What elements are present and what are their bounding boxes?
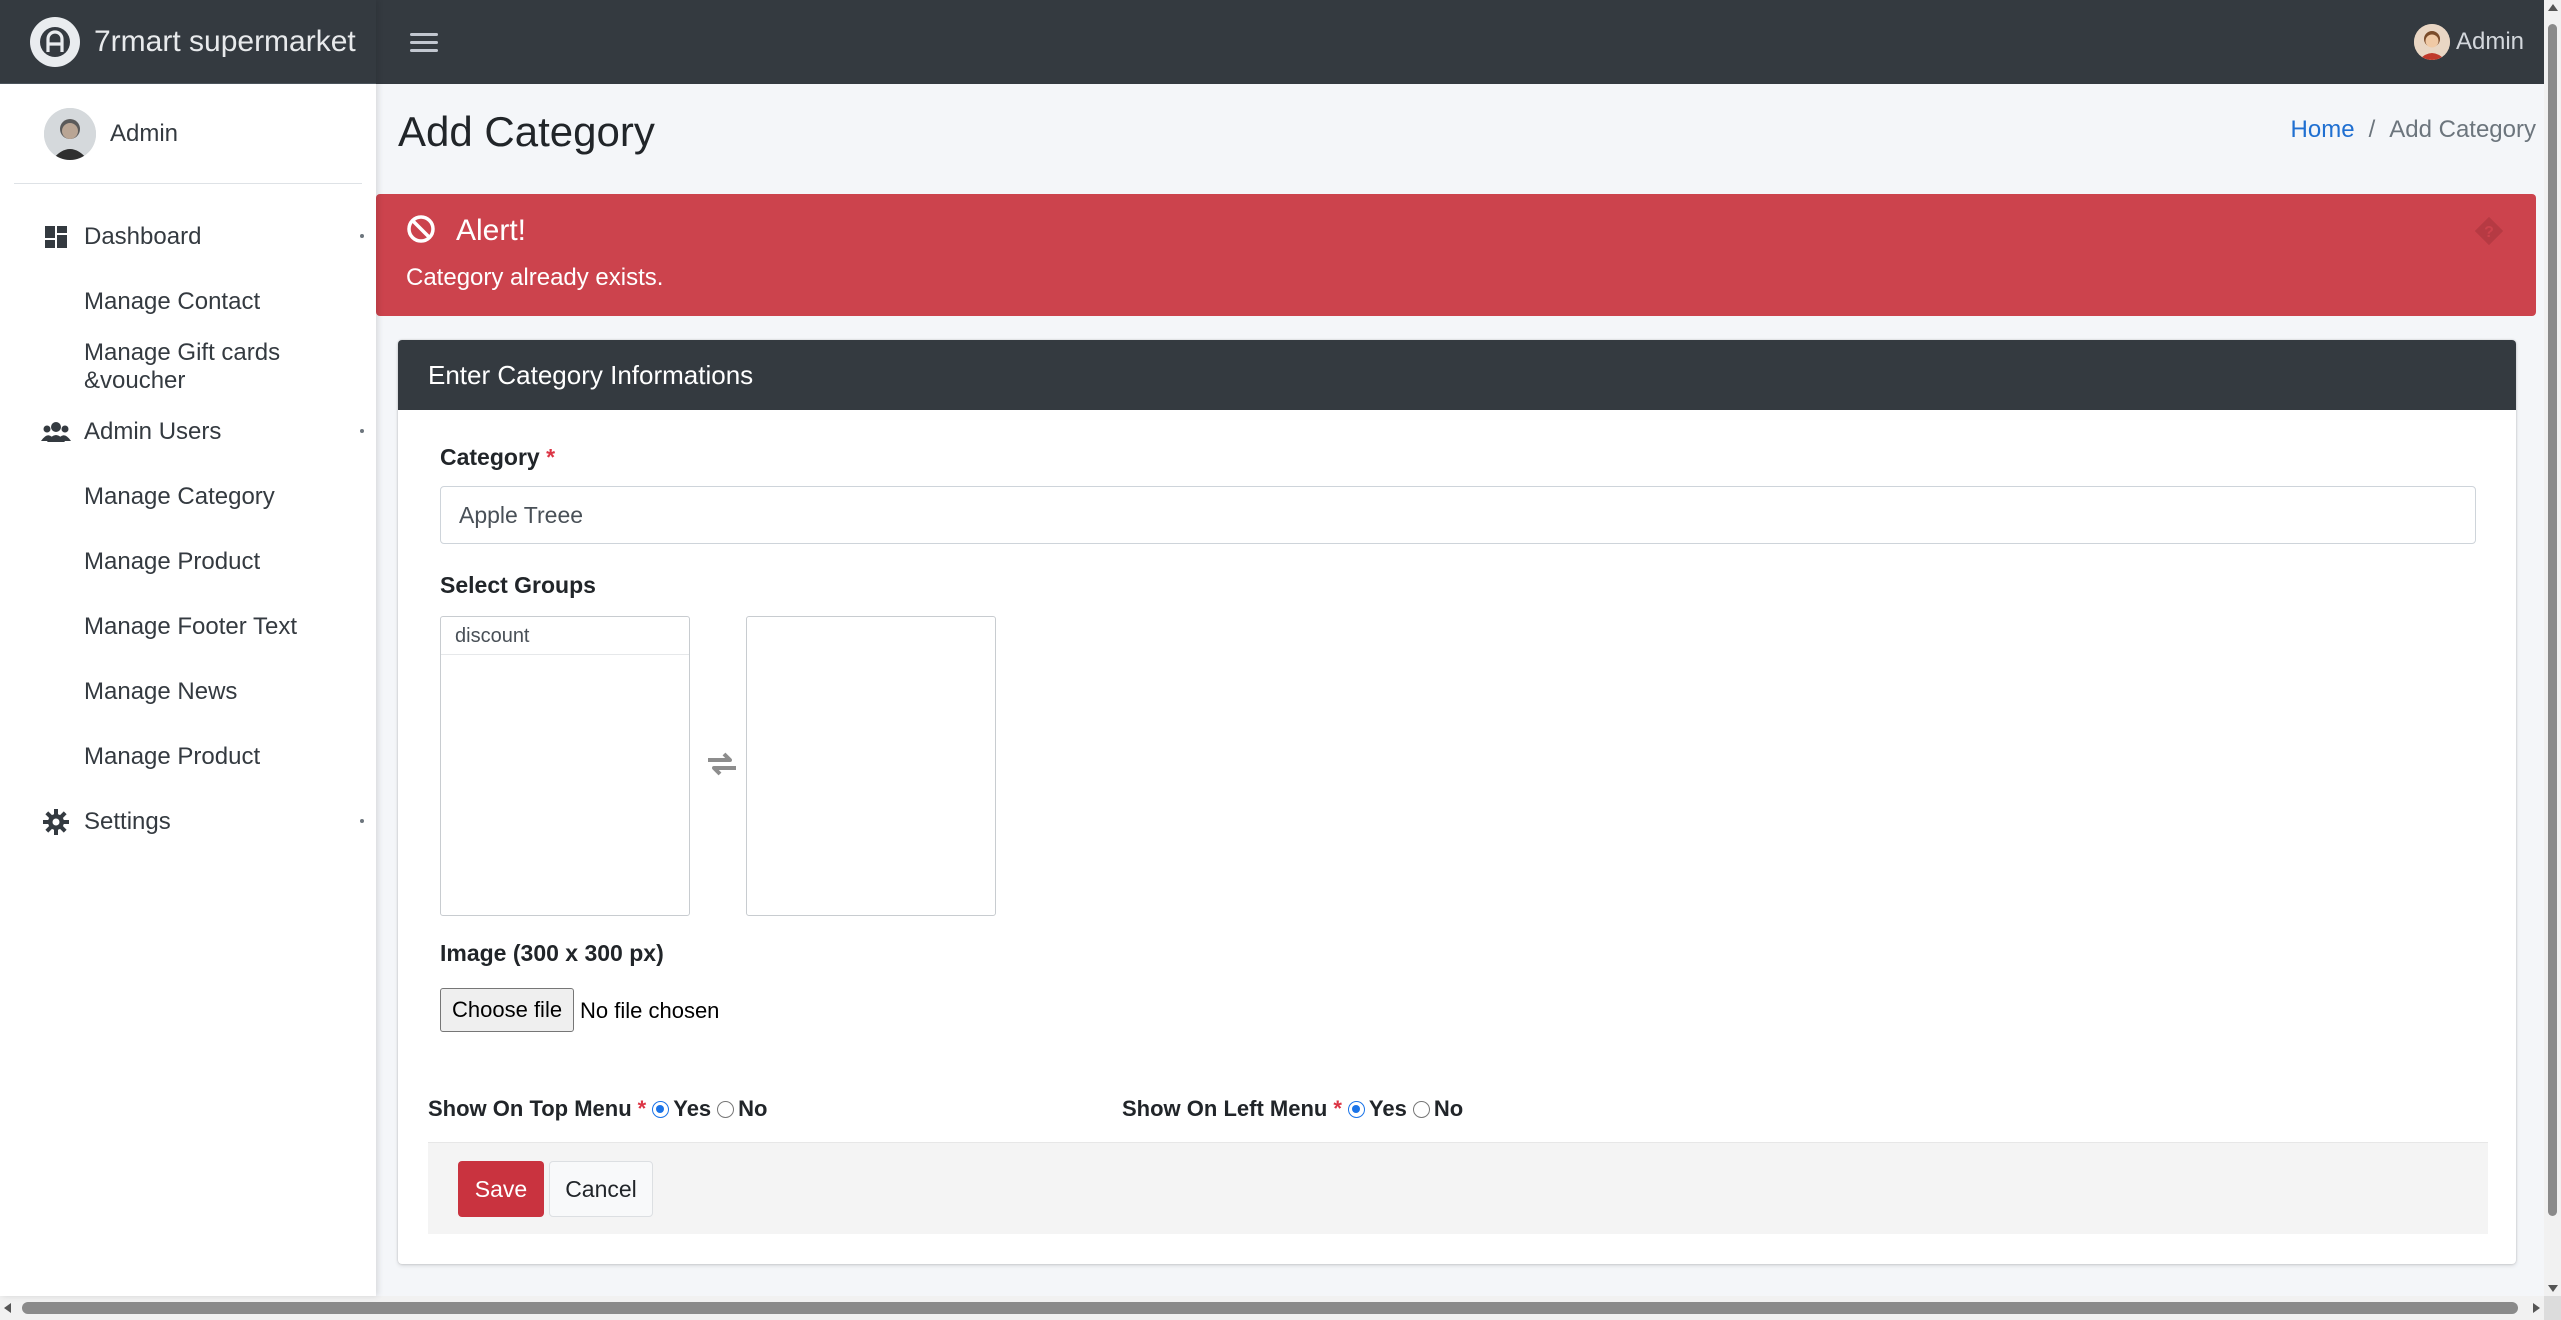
avatar	[44, 107, 96, 160]
top-menu-no-label: No	[738, 1096, 768, 1121]
left-menu-yes-radio[interactable]	[1347, 1100, 1365, 1118]
left-menu-no-label: No	[1433, 1096, 1464, 1121]
file-status: No file chosen	[580, 998, 720, 1023]
expand-caret-icon	[360, 429, 364, 433]
ban-icon	[406, 214, 436, 244]
top-user-name: Admin	[2455, 28, 2524, 55]
content-wrapper: Add Category Home / Add Category Alert! …	[376, 84, 2544, 1296]
sidebar-item-manage-category[interactable]: Manage Category	[0, 464, 376, 529]
sidebar-item-settings[interactable]: Settings	[0, 789, 376, 854]
sidebar-item-manage-news[interactable]: Manage News	[0, 659, 376, 724]
scroll-left-arrow-icon[interactable]	[4, 1303, 11, 1313]
sidebar-item-label: Manage Gift cards &voucher	[84, 338, 281, 394]
scroll-right-arrow-icon[interactable]	[2533, 1303, 2540, 1313]
sidebar-item-label: Admin Users	[84, 417, 222, 445]
groups-selected-list[interactable]	[746, 616, 996, 916]
scroll-up-arrow-icon[interactable]	[2548, 4, 2558, 11]
top-menu-yes-label: Yes	[673, 1096, 712, 1121]
horizontal-scrollbar[interactable]	[0, 1296, 2544, 1320]
category-form-card: Enter Category Informations Category * S…	[398, 340, 2516, 1264]
close-icon[interactable]: ?	[2474, 216, 2504, 246]
sidebar-item-label: Dashboard	[84, 222, 202, 250]
page-title: Add Category	[398, 108, 655, 155]
required-mark: *	[1333, 1096, 1342, 1121]
left-menu-yes-label: Yes	[1368, 1096, 1407, 1121]
sidebar-item-label: Manage Product	[84, 742, 261, 770]
top-user-menu[interactable]: Admin	[2413, 24, 2524, 60]
dashboard-icon	[40, 221, 72, 253]
sidebar-item-manage-gift-cards[interactable]: Manage Gift cards &voucher	[0, 334, 376, 399]
top-menu-no-radio[interactable]	[717, 1100, 735, 1118]
breadcrumb-separator: /	[2368, 116, 2376, 143]
image-label: Image (300 x 300 px)	[440, 940, 664, 966]
sidebar-item-manage-footer-text[interactable]: Manage Footer Text	[0, 594, 376, 659]
top-navbar: Admin	[376, 0, 2544, 84]
expand-caret-icon	[360, 234, 364, 238]
choose-file-button[interactable]: Choose file	[440, 988, 575, 1032]
gear-icon	[40, 806, 72, 838]
scroll-down-arrow-icon[interactable]	[2548, 1285, 2558, 1292]
sidebar-item-label: Settings	[84, 807, 171, 835]
required-mark: *	[637, 1096, 647, 1121]
svg-text:?: ?	[2484, 224, 2494, 241]
scrollbar-corner	[2544, 1296, 2561, 1320]
breadcrumb-current: Add Category	[2389, 116, 2536, 143]
sidebar-item-manage-product[interactable]: Manage Product	[0, 529, 376, 594]
list-item[interactable]: discount	[441, 617, 689, 655]
brand-logo-icon	[30, 16, 80, 67]
sidebar-item-label: Manage Contact	[84, 287, 261, 315]
sidebar-item-label: Manage Category	[84, 482, 275, 510]
cancel-button[interactable]: Cancel	[549, 1161, 653, 1217]
save-button[interactable]: Save	[458, 1161, 544, 1217]
sidebar-item-admin-users[interactable]: Admin Users	[0, 399, 376, 464]
breadcrumb-home-link[interactable]: Home	[2291, 116, 2355, 144]
alert-title: Alert!	[456, 214, 527, 247]
top-menu-yes-radio[interactable]	[652, 1100, 670, 1118]
left-menu-label: Show On Left Menu	[1122, 1096, 1328, 1121]
sidebar-item-dashboard[interactable]: Dashboard	[0, 204, 376, 269]
sidebar-item-label: Manage News	[84, 677, 238, 705]
users-icon	[40, 416, 72, 448]
form-footer: Save Cancel	[428, 1142, 2488, 1234]
category-input[interactable]	[440, 486, 2476, 544]
alert-danger: Alert! Category already exists. ?	[376, 194, 2536, 316]
category-label: Category *	[440, 444, 555, 471]
transfer-arrows-icon[interactable]	[704, 750, 740, 778]
top-menu-label: Show On Top Menu	[428, 1096, 632, 1121]
vertical-scroll-thumb[interactable]	[2548, 24, 2557, 1216]
left-menu-no-radio[interactable]	[1412, 1100, 1430, 1118]
left-menu-radio-group: Show On Left Menu * Yes No	[1122, 1096, 1463, 1122]
groups-available-list[interactable]: discount	[440, 616, 690, 916]
sidebar-user-panel[interactable]: Admin	[14, 84, 362, 184]
expand-caret-icon	[360, 819, 364, 823]
select-groups-label: Select Groups	[440, 572, 596, 598]
category-label-text: Category	[440, 444, 540, 470]
sidebar-item-label: Manage Footer Text	[84, 612, 298, 640]
alert-message: Category already exists.	[406, 264, 664, 291]
breadcrumb: Home / Add Category	[2291, 116, 2536, 144]
sidebar-item-manage-contact[interactable]: Manage Contact	[0, 269, 376, 334]
brand-link[interactable]: 7rmart supermarket	[0, 0, 376, 84]
main-sidebar: 7rmart supermarket Admin Dashboard Manag…	[0, 0, 376, 1296]
brand-name: 7rmart supermarket	[94, 24, 356, 58]
card-header: Enter Category Informations	[398, 340, 2516, 410]
sidebar-nav: Dashboard Manage Contact Manage Gift car…	[0, 184, 376, 854]
top-menu-radio-group: Show On Top Menu * Yes No	[428, 1096, 768, 1122]
sidebar-item-label: Manage Product	[84, 547, 261, 575]
required-mark: *	[546, 444, 556, 470]
vertical-scrollbar[interactable]	[2544, 0, 2561, 1296]
horizontal-scroll-thumb[interactable]	[22, 1302, 2518, 1314]
sidebar-user-name: Admin	[110, 119, 179, 147]
avatar	[2413, 24, 2450, 60]
sidebar-item-manage-product-2[interactable]: Manage Product	[0, 724, 376, 789]
hamburger-icon[interactable]	[410, 28, 438, 57]
